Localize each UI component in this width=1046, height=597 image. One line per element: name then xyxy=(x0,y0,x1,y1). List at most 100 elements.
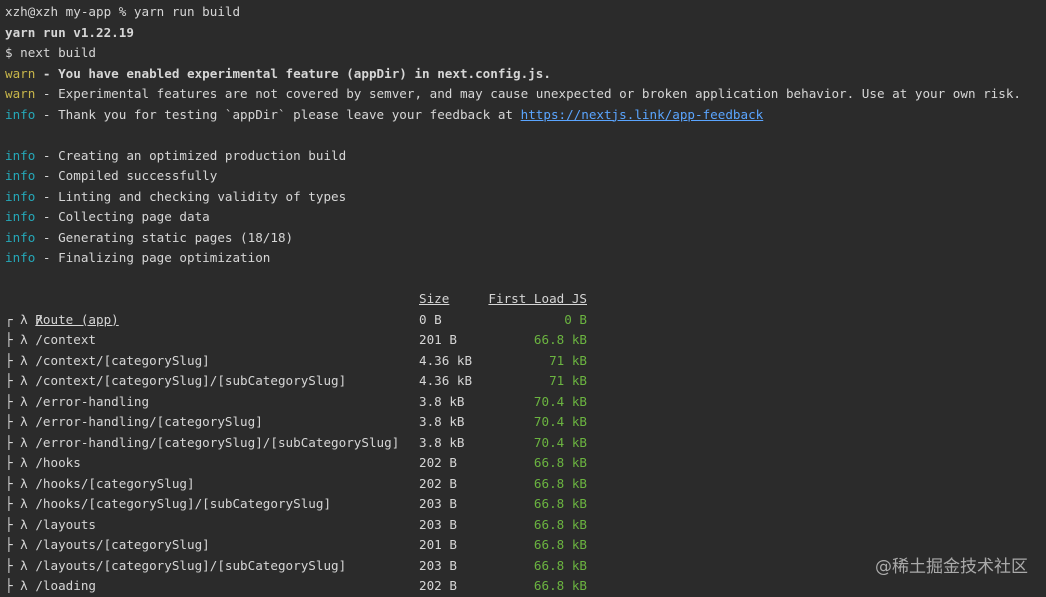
log-text: - Finalizing page optimization xyxy=(35,250,271,265)
route-first-load: 0 B xyxy=(564,311,587,327)
route-tree-prefix: ├ λ xyxy=(5,414,36,429)
route-path: /hooks xyxy=(35,455,81,470)
route-tree-prefix: ├ λ xyxy=(5,557,36,573)
table-row: ├ λ /hooks 202 B 66.8 kB xyxy=(5,453,1045,474)
next-build-line: $ next build xyxy=(5,45,96,60)
log-level: info xyxy=(5,209,36,224)
route-size: 202 B xyxy=(419,578,457,593)
route-size: 4.36 kB xyxy=(419,373,473,388)
log-text: - Creating an optimized production build xyxy=(35,147,347,163)
route-path: /layouts xyxy=(35,516,97,532)
table-row: ├ λ /error-handling/[categorySlug]/[subC… xyxy=(5,433,1045,454)
size-column-header: Size xyxy=(419,291,450,306)
route-first-load: 66.8 kB xyxy=(533,516,587,532)
route-size: 3.8 kB xyxy=(419,393,465,409)
route-tree-prefix: ├ λ xyxy=(5,578,36,593)
route-first-load: 71 kB xyxy=(549,373,587,388)
table-row: ├ λ /context/[categorySlug]/[subCategory… xyxy=(5,371,1045,392)
table-row: ├ λ /hooks/[categorySlug] 202 B 66.8 kB xyxy=(5,474,1045,495)
route-first-load: 70.4 kB xyxy=(533,414,587,429)
route-size: 3.8 kB xyxy=(419,434,465,450)
build-step-line: info - Finalizing page optimization xyxy=(5,248,1045,269)
route-path: / xyxy=(35,311,43,327)
log-level: info xyxy=(5,106,36,122)
build-step-line: info - Compiled successfully xyxy=(5,166,1045,187)
route-first-load: 66.8 kB xyxy=(533,557,587,573)
prompt-user-host: xzh@xzh my-app % xyxy=(5,4,127,19)
route-size: 4.36 kB xyxy=(419,352,473,368)
first-load-column-header: First Load JS xyxy=(488,291,587,306)
log-text: - Thank you for testing `appDir` please … xyxy=(35,106,521,122)
route-first-load: 66.8 kB xyxy=(533,496,587,511)
route-path: /layouts/[categorySlug] xyxy=(35,537,210,552)
log-text: - Compiled successfully xyxy=(35,168,218,183)
route-path: /hooks/[categorySlug]/[subCategorySlug] xyxy=(35,496,332,511)
route-size: 0 B xyxy=(419,311,442,327)
watermark: @稀土掘金技术社区 xyxy=(875,557,1028,577)
route-tree-prefix: ├ λ xyxy=(5,537,36,552)
table-row: ├ λ /context/[categorySlug] 4.36 kB 71 kB xyxy=(5,351,1045,372)
log-text: - Generating static pages (18/18) xyxy=(35,229,294,245)
terminal-output: xzh@xzh my-app % yarn run build yarn run… xyxy=(5,2,1045,597)
route-table-header: Route (app) Size First Load JS xyxy=(5,289,1045,327)
route-path: /hooks/[categorySlug] xyxy=(35,475,195,491)
route-first-load: 66.8 kB xyxy=(533,332,587,347)
log-level: warn xyxy=(5,65,36,81)
route-path: /error-handling/[categorySlug]/[subCateg… xyxy=(35,434,400,450)
route-size: 203 B xyxy=(419,516,457,532)
log-level: info xyxy=(5,229,36,245)
table-row: ├ λ /error-handling/[categorySlug] 3.8 kB… xyxy=(5,412,1045,433)
route-first-load: 71 kB xyxy=(549,352,587,368)
route-path: /loading xyxy=(35,578,97,593)
build-step-line: info - Collecting page data xyxy=(5,207,1045,228)
log-level: info xyxy=(5,147,36,163)
yarn-version-line: yarn run v1.22.19 xyxy=(5,24,134,40)
build-step-line: info - Generating static pages (18/18) xyxy=(5,228,1045,249)
route-size: 3.8 kB xyxy=(419,414,465,429)
warn-line: warn - You have enabled experimental fea… xyxy=(5,64,1045,85)
route-tree-prefix: ├ λ xyxy=(5,373,36,388)
route-tree-prefix: ├ λ xyxy=(5,496,36,511)
route-size: 202 B xyxy=(419,475,457,491)
route-tree-prefix: ├ λ xyxy=(5,434,36,450)
route-path: /context xyxy=(35,332,97,347)
route-path: /context/[categorySlug] xyxy=(35,352,210,368)
route-tree-prefix: ├ λ xyxy=(5,455,36,470)
info-line: info - Thank you for testing `appDir` pl… xyxy=(5,105,1045,126)
feedback-link[interactable]: https://nextjs.link/app-feedback xyxy=(521,107,764,122)
log-level: info xyxy=(5,168,36,183)
log-level: info xyxy=(5,250,36,265)
route-path: /error-handling/[categorySlug] xyxy=(35,414,263,429)
route-tree-prefix: ├ λ xyxy=(5,352,36,368)
route-size: 203 B xyxy=(419,557,457,573)
route-tree-prefix: ├ λ xyxy=(5,475,36,491)
route-first-load: 70.4 kB xyxy=(533,434,587,450)
table-row: ├ λ /context 201 B 66.8 kB xyxy=(5,330,1045,351)
route-size: 201 B xyxy=(419,537,457,552)
route-tree-prefix: ├ λ xyxy=(5,516,36,532)
table-row: ├ λ /layouts 203 B 66.8 kB xyxy=(5,515,1045,536)
route-first-load: 66.8 kB xyxy=(533,578,587,593)
table-row: ┌ λ / 0 B 0 B xyxy=(5,310,1045,331)
route-tree-prefix: ┌ λ xyxy=(5,311,36,327)
table-row: ├ λ /hooks/[categorySlug]/[subCategorySl… xyxy=(5,494,1045,515)
route-first-load: 70.4 kB xyxy=(533,393,587,409)
route-tree-prefix: ├ λ xyxy=(5,393,36,409)
log-level: warn xyxy=(5,86,36,101)
log-text: - Collecting page data xyxy=(35,209,210,224)
route-first-load: 66.8 kB xyxy=(533,455,587,470)
route-path: /error-handling xyxy=(35,393,150,409)
warn-line: warn - Experimental features are not cov… xyxy=(5,84,1045,105)
prompt-line: xzh@xzh my-app % yarn run build xyxy=(5,2,1045,23)
log-text: - Linting and checking validity of types xyxy=(35,188,347,204)
route-size: 201 B xyxy=(419,332,457,347)
log-text: - Experimental features are not covered … xyxy=(35,86,1022,101)
route-size: 203 B xyxy=(419,496,457,511)
table-row: ├ λ /loading 202 B 66.8 kB xyxy=(5,576,1045,597)
route-path: /context/[categorySlug]/[subCategorySlug… xyxy=(35,373,347,388)
route-tree-prefix: ├ λ xyxy=(5,332,36,347)
log-level: info xyxy=(5,188,36,204)
build-step-line: info - Linting and checking validity of … xyxy=(5,187,1045,208)
